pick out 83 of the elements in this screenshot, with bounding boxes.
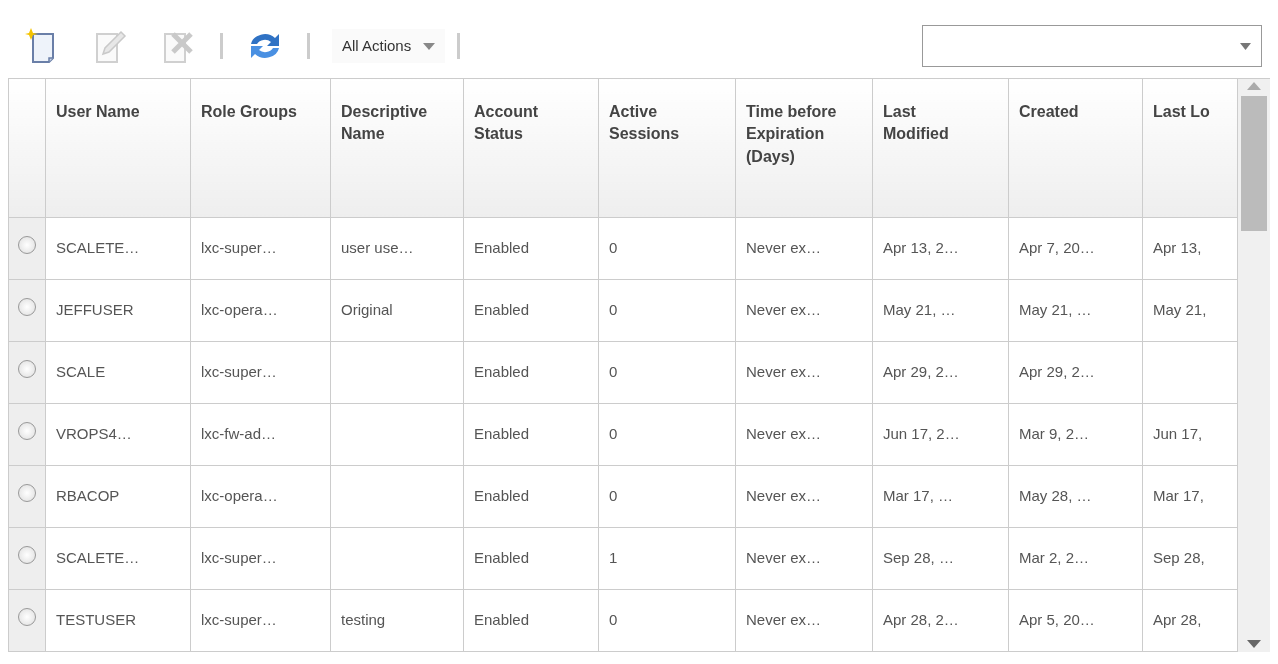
column-header[interactable]: User Name	[45, 79, 191, 217]
table-cell: Apr 5, 20…	[1008, 589, 1143, 651]
table-cell: Apr 28,	[1142, 589, 1238, 651]
table-cell: Never ex…	[735, 403, 873, 465]
table-cell: Original	[330, 279, 464, 341]
table-cell: Enabled	[463, 465, 599, 527]
table-cell: Never ex…	[735, 217, 873, 279]
table-cell: JEFFUSER	[45, 279, 191, 341]
table-cell: lxc-fw-ad…	[190, 403, 331, 465]
column-header[interactable]: Active Sessions	[598, 79, 736, 217]
table-cell: SCALETE…	[45, 217, 191, 279]
column-header[interactable]: Descriptive Name	[330, 79, 464, 217]
table-cell: RBACOP	[45, 465, 191, 527]
column-header[interactable]: Time before Expiration (Days)	[735, 79, 873, 217]
radio-button[interactable]	[18, 545, 36, 564]
table-cell: Apr 28, 2…	[872, 589, 1009, 651]
caret-icon	[423, 42, 436, 50]
caret-icon	[1240, 42, 1251, 50]
scroll-up-icon[interactable]	[1247, 82, 1261, 90]
table-cell: SCALETE…	[45, 527, 191, 589]
table-cell: Jun 17,	[1142, 403, 1238, 465]
actions-dropdown[interactable]: All Actions	[332, 28, 446, 64]
table-cell: Apr 7, 20…	[1008, 217, 1143, 279]
table-cell: lxc-super…	[190, 341, 331, 403]
radio-button[interactable]	[18, 483, 36, 502]
radio-button[interactable]	[18, 235, 36, 254]
column-header[interactable]: Account Status	[463, 79, 599, 217]
table-cell: Enabled	[463, 403, 599, 465]
table-cell: Apr 29, 2…	[1008, 341, 1143, 403]
table-cell: May 21, …	[1008, 279, 1143, 341]
table-cell: lxc-opera…	[190, 465, 331, 527]
vertical-scrollbar[interactable]	[1238, 79, 1270, 652]
table-cell: Mar 17,	[1142, 465, 1238, 527]
table-cell: Jun 17, 2…	[872, 403, 1009, 465]
table-cell: Never ex…	[735, 279, 873, 341]
table-cell: 0	[598, 279, 736, 341]
table-cell: 0	[598, 403, 736, 465]
table-cell: 0	[598, 465, 736, 527]
table-cell: testing	[330, 589, 464, 651]
table-cell: Enabled	[463, 341, 599, 403]
table-cell: lxc-super…	[190, 527, 331, 589]
table-cell: lxc-super…	[190, 589, 331, 651]
column-header[interactable]: Created	[1008, 79, 1143, 217]
column-header[interactable]: Last Lo	[1142, 79, 1238, 217]
table-cell: Never ex…	[735, 589, 873, 651]
table-cell: Enabled	[463, 279, 599, 341]
radio-button[interactable]	[18, 297, 36, 316]
table-cell: Enabled	[463, 589, 599, 651]
table-cell: lxc-opera…	[190, 279, 331, 341]
table-cell: Enabled	[463, 527, 599, 589]
table-cell: Apr 13, 2…	[872, 217, 1009, 279]
table-cell: 1	[598, 527, 736, 589]
table-cell: SCALE	[45, 341, 191, 403]
table-cell: Never ex…	[735, 465, 873, 527]
column-header[interactable]: Role Groups	[190, 79, 331, 217]
table-cell: May 21, …	[872, 279, 1009, 341]
table-cell: Sep 28,	[1142, 527, 1238, 589]
table-cell: lxc-super…	[190, 217, 331, 279]
radio-button[interactable]	[18, 421, 36, 440]
radio-button[interactable]	[18, 359, 36, 378]
filter-dropdown[interactable]	[922, 25, 1262, 67]
column-header[interactable]: Last Modified	[872, 79, 1009, 217]
scroll-down-icon[interactable]	[1247, 639, 1261, 648]
table-cell: user use…	[330, 217, 464, 279]
table-cell: May 21,	[1142, 279, 1238, 341]
scrollbar-thumb[interactable]	[1241, 96, 1267, 231]
table-cell: VROPS4…	[45, 403, 191, 465]
table-cell: Never ex…	[735, 527, 873, 589]
table-cell: Mar 9, 2…	[1008, 403, 1143, 465]
table-cell: Sep 28, …	[872, 527, 1009, 589]
table-cell: Never ex…	[735, 341, 873, 403]
table-cell: Apr 29, 2…	[872, 341, 1009, 403]
table-cell: Enabled	[463, 217, 599, 279]
table-cell: Mar 2, 2…	[1008, 527, 1143, 589]
table-cell: 0	[598, 589, 736, 651]
pencil-document-icon	[93, 28, 127, 64]
radio-button[interactable]	[18, 607, 36, 626]
table-cell: TESTUSER	[45, 589, 191, 651]
table-cell: 0	[598, 341, 736, 403]
table-cell: May 28, …	[1008, 465, 1143, 527]
table-cell: 0	[598, 217, 736, 279]
table-cell: Apr 13,	[1142, 217, 1238, 279]
table-cell: Mar 17, …	[872, 465, 1009, 527]
